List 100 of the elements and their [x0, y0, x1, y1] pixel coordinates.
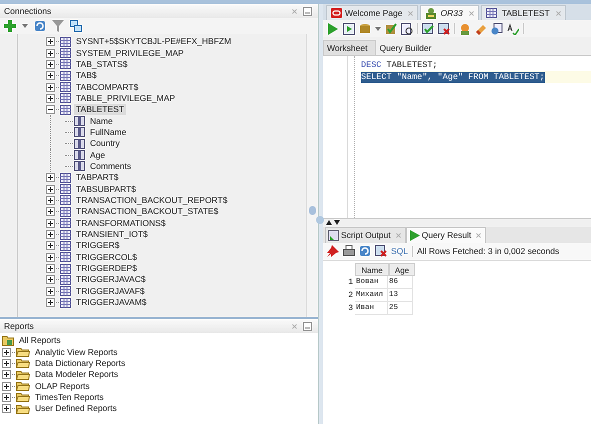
result-tab[interactable]: Query Result — [406, 226, 486, 242]
refresh-icon[interactable] — [359, 245, 371, 257]
expand-icon[interactable] — [2, 358, 11, 368]
tree-item[interactable]: TABPART$ — [74, 172, 121, 184]
table-icon — [60, 184, 71, 194]
print-icon[interactable] — [343, 245, 355, 257]
format-icon[interactable] — [507, 22, 519, 34]
expand-icon[interactable] — [46, 48, 55, 58]
tree-item[interactable]: SYSTEM_PRIVILEGE_MAP — [74, 48, 186, 59]
schema-browser-icon[interactable] — [70, 20, 82, 32]
folder-icon — [16, 381, 30, 392]
delete-icon[interactable] — [375, 245, 387, 257]
tree-item[interactable]: TABLETEST — [74, 104, 126, 116]
sql-link[interactable]: SQL — [391, 246, 408, 256]
tree-item[interactable]: TABLE_PRIVILEGE_MAP — [74, 92, 178, 104]
tree-item[interactable]: TABCOMPART$ — [74, 82, 140, 93]
tree-item[interactable]: TRIGGERJAVAM$ — [74, 297, 149, 308]
tree-item[interactable]: TimesTen Reports — [33, 392, 106, 403]
tree-item[interactable]: Country — [88, 138, 122, 150]
expand-icon[interactable] — [2, 404, 11, 414]
tree-item[interactable]: TRIGGERCOL$ — [74, 252, 139, 263]
expand-icon[interactable] — [46, 230, 55, 240]
expand-icon[interactable] — [46, 275, 55, 284]
expand-icon[interactable] — [2, 370, 11, 380]
sql-tuning-icon[interactable] — [459, 22, 471, 34]
editor-tab[interactable]: TABLETEST — [480, 5, 566, 20]
expand-icon[interactable] — [46, 252, 55, 262]
expand-icon[interactable] — [46, 298, 55, 308]
expand-icon[interactable] — [46, 241, 55, 250]
minimize-icon[interactable] — [303, 6, 312, 16]
dropdown-arrow-icon[interactable] — [375, 26, 381, 30]
tree-item[interactable]: TRIGGERJAVAF$ — [74, 286, 147, 297]
tree-item[interactable]: OLAP Reports — [33, 380, 92, 392]
table-icon — [60, 206, 71, 217]
tree-item[interactable]: TAB_STATS$ — [74, 58, 130, 70]
tree-item[interactable]: TABSUBPART$ — [74, 184, 138, 195]
run-script-icon[interactable] — [343, 22, 355, 34]
tree-item[interactable]: Name — [88, 116, 115, 127]
expand-icon[interactable] — [46, 286, 55, 296]
folder-icon — [16, 392, 30, 402]
minimize-icon[interactable] — [303, 322, 312, 330]
worksheet-tab[interactable]: Worksheet — [323, 40, 376, 55]
splitter-handle[interactable] — [318, 4, 323, 424]
tree-item[interactable]: Comments — [88, 160, 134, 172]
expand-icon[interactable] — [46, 218, 55, 228]
tree-item[interactable]: Analytic View Reports — [33, 346, 120, 358]
collapse-icon[interactable] — [46, 105, 55, 114]
expand-icon[interactable] — [46, 196, 55, 205]
tree-item[interactable]: User Defined Reports — [33, 403, 119, 414]
expand-icon[interactable] — [46, 60, 55, 69]
expand-icon[interactable] — [46, 173, 55, 182]
expand-icon[interactable] — [2, 348, 11, 357]
pin-icon[interactable] — [327, 245, 339, 257]
expand-icon[interactable] — [46, 94, 55, 103]
tree-item[interactable]: All Reports — [17, 335, 63, 346]
column-icon — [74, 138, 85, 149]
expand-icon[interactable] — [46, 184, 55, 194]
tree-item[interactable]: Age — [88, 150, 108, 161]
expand-icon[interactable] — [46, 37, 55, 46]
rollback-icon[interactable] — [438, 22, 450, 34]
tree-item[interactable]: TRIGGER$ — [74, 240, 122, 252]
run-icon[interactable] — [327, 22, 339, 34]
tree-item[interactable]: TRIGGERDEP$ — [74, 263, 139, 274]
tree-item[interactable]: TAB$ — [74, 70, 99, 82]
tree-item[interactable]: TRANSFORMATIONS$ — [74, 218, 168, 229]
worksheet-tab[interactable]: Query Builder — [376, 41, 440, 55]
filter-icon[interactable] — [52, 20, 64, 32]
collapse-arrows-icon[interactable] — [326, 220, 340, 225]
table-icon — [60, 298, 71, 308]
tree-item[interactable]: Data Modeler Reports — [33, 369, 120, 380]
column-header[interactable]: Age — [389, 262, 415, 276]
history-icon[interactable] — [491, 22, 503, 34]
tree-item[interactable]: SYSNT+5$SKYTCBJL-PE#EFX_HBFZM — [74, 36, 234, 48]
expand-icon[interactable] — [2, 392, 11, 402]
expand-icon[interactable] — [46, 207, 55, 216]
scrollbar[interactable] — [306, 34, 318, 317]
editor-tab[interactable]: Welcome Page — [326, 5, 418, 20]
expand-icon[interactable] — [46, 264, 55, 274]
tree-item[interactable]: TRANSACTION_BACKOUT_REPORT$ — [74, 194, 230, 206]
editor-tab[interactable]: OR33 — [420, 5, 479, 20]
code-line: DESC TABLETEST; — [361, 60, 438, 70]
expand-icon[interactable] — [46, 71, 55, 80]
tree-item[interactable]: FullName — [88, 126, 128, 138]
commit-icon[interactable] — [422, 22, 434, 34]
column-header[interactable]: Name — [355, 262, 389, 276]
tree-item[interactable]: TRANSACTION_BACKOUT_STATE$ — [74, 206, 220, 218]
expand-icon[interactable] — [2, 382, 11, 391]
add-icon[interactable] — [4, 20, 16, 32]
commit-icon[interactable] — [385, 22, 397, 34]
expand-icon[interactable] — [46, 82, 55, 92]
result-tab[interactable]: Script Output — [325, 226, 406, 242]
database-icon[interactable] — [359, 22, 371, 34]
dropdown-arrow-icon[interactable] — [22, 24, 28, 28]
refresh-icon[interactable] — [34, 20, 46, 32]
tree-item[interactable]: TRANSIENT_IOT$ — [74, 229, 150, 240]
tree-item[interactable]: Data Dictionary Reports — [33, 358, 128, 369]
table-icon — [60, 104, 71, 115]
tree-item[interactable]: TRIGGERJAVAC$ — [74, 274, 148, 286]
explain-plan-icon[interactable] — [401, 22, 413, 34]
eraser-icon[interactable] — [475, 22, 487, 34]
